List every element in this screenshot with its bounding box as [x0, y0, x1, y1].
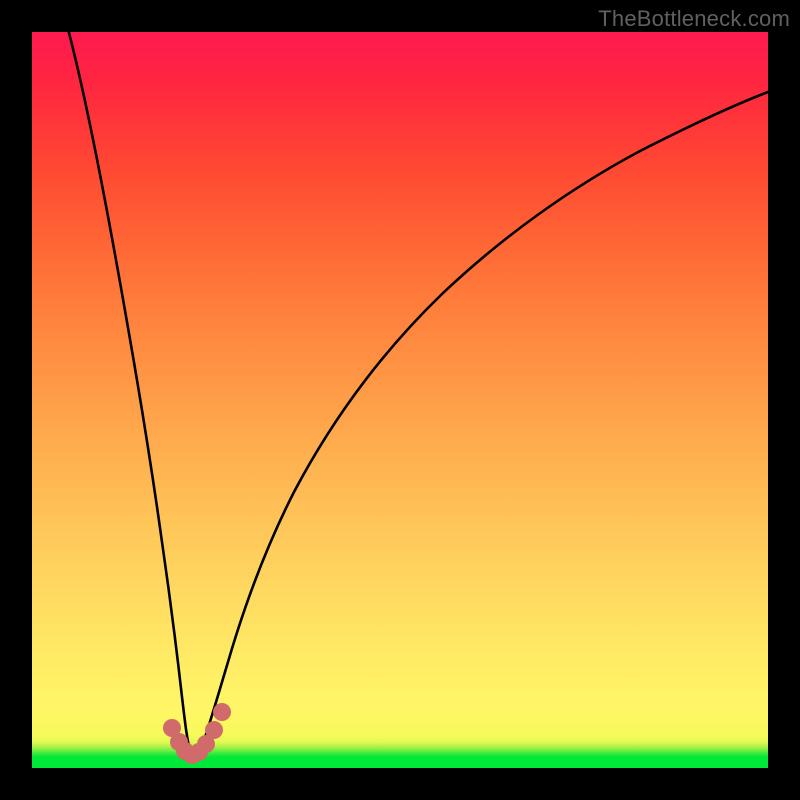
- chart-svg: [32, 32, 768, 768]
- chart-plot-area: [32, 32, 768, 768]
- watermark-text: TheBottleneck.com: [598, 6, 790, 32]
- bottleneck-curve: [69, 32, 768, 756]
- chart-frame: TheBottleneck.com: [0, 0, 800, 800]
- valley-highlight: [163, 703, 231, 764]
